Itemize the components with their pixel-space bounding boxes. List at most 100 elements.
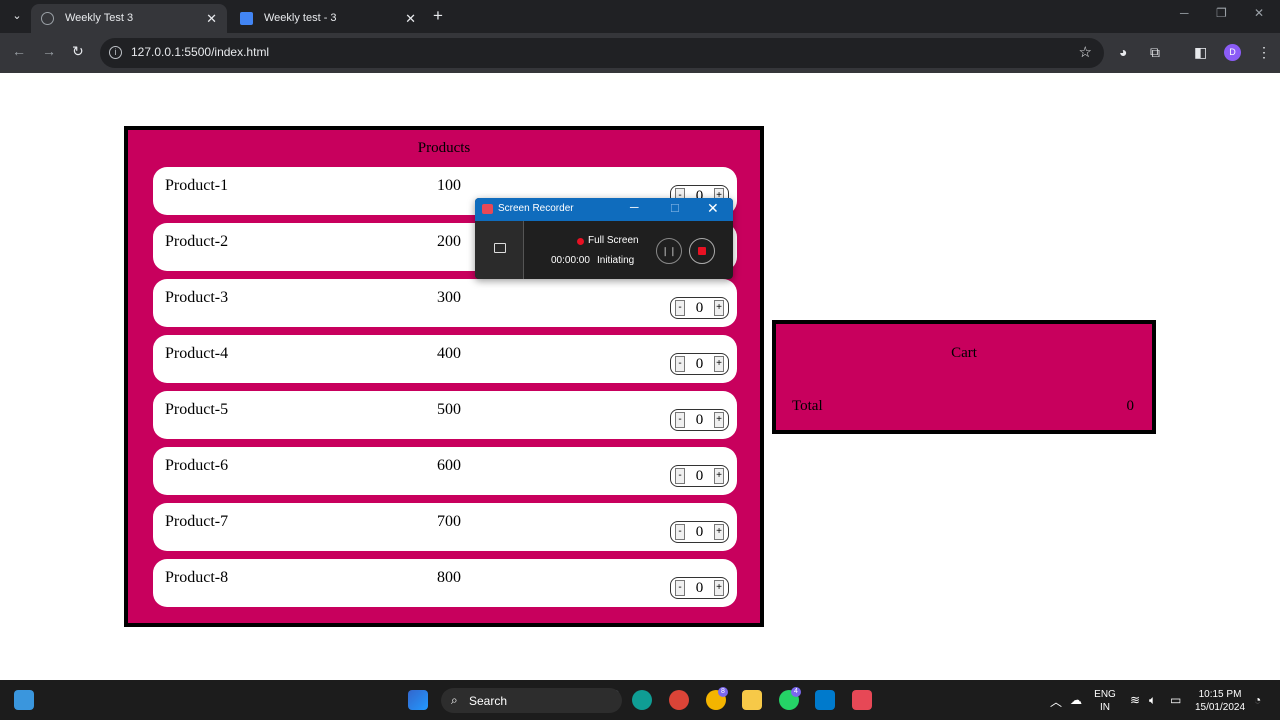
- decrement-button[interactable]: -: [675, 524, 685, 540]
- product-price: 300: [437, 289, 461, 306]
- product-name: Product-7: [165, 513, 229, 530]
- product-row: Product-7 700 0 - +: [153, 503, 737, 551]
- pause-button[interactable]: ❙❙: [656, 238, 682, 264]
- recorder-status: Initiating: [597, 255, 635, 266]
- site-info-icon[interactable]: i: [109, 46, 122, 59]
- clock[interactable]: 10:15 PM 15/01/2024: [1192, 688, 1248, 714]
- cart-panel: Cart Total 0: [772, 320, 1156, 434]
- classroom-icon: [240, 12, 253, 25]
- start-icon[interactable]: [408, 690, 428, 710]
- windows-taskbar: [0, 680, 1280, 720]
- screen-recorder-window: Screen Recorder ─ ☐ ✕ Full Screen 00:00:…: [475, 198, 733, 279]
- maximize-icon[interactable]: ❐: [1216, 6, 1227, 20]
- product-row: Product-4 400 0 - +: [153, 335, 737, 383]
- recorder-app-icon: [482, 204, 493, 214]
- profile-avatar[interactable]: D: [1224, 44, 1241, 61]
- decrement-button[interactable]: -: [675, 468, 685, 484]
- onedrive-icon[interactable]: ☁: [1070, 693, 1082, 707]
- decrement-button[interactable]: -: [675, 580, 685, 596]
- recorder-close-icon[interactable]: ✕: [707, 200, 719, 217]
- product-name: Product-6: [165, 457, 229, 474]
- language-indicator[interactable]: ENG IN: [1093, 688, 1117, 714]
- volume-icon[interactable]: 🔈︎: [1149, 693, 1156, 708]
- recorder-maximize-icon[interactable]: ☐: [670, 202, 680, 215]
- increment-button[interactable]: +: [714, 412, 724, 428]
- window-close-icon[interactable]: ✕: [1254, 6, 1264, 20]
- stop-button[interactable]: [689, 238, 715, 264]
- product-name: Product-2: [165, 233, 229, 250]
- recorder-minimize-icon[interactable]: ─: [630, 200, 639, 214]
- product-name: Product-8: [165, 569, 229, 586]
- taskbar-search[interactable]: ⌕ Search: [441, 688, 622, 713]
- product-name: Product-4: [165, 345, 229, 362]
- reload-icon[interactable]: ↻: [72, 43, 84, 60]
- edge-icon[interactable]: [632, 690, 652, 710]
- vscode-icon[interactable]: [815, 690, 835, 710]
- increment-button[interactable]: +: [714, 300, 724, 316]
- back-icon[interactable]: ←: [12, 43, 26, 59]
- product-name: Product-5: [165, 401, 229, 418]
- recorder-mode: Full Screen: [588, 235, 639, 246]
- recorder-title-bar[interactable]: Screen Recorder ─ ☐ ✕: [475, 198, 733, 221]
- recorder-folder-button[interactable]: [475, 221, 524, 279]
- screen-recorder-taskbar-icon[interactable]: [852, 690, 872, 710]
- tab-title: Weekly test - 3: [264, 12, 337, 24]
- increment-button[interactable]: +: [714, 356, 724, 372]
- stop-icon: [698, 247, 706, 255]
- menu-icon[interactable]: ⋮: [1257, 44, 1271, 61]
- color-extension-icon[interactable]: ◕: [1119, 44, 1127, 60]
- address-bar[interactable]: i 127.0.0.1:5500/index.html ☆: [100, 38, 1104, 68]
- quantity-stepper: 0 - +: [670, 409, 729, 431]
- tab-weekly-test-3-classroom[interactable]: Weekly test - 3 ✕: [230, 4, 426, 33]
- increment-button[interactable]: +: [714, 468, 724, 484]
- product-price: 200: [437, 233, 461, 250]
- extensions-icon[interactable]: ⧉: [1150, 44, 1160, 61]
- product-price: 400: [437, 345, 461, 362]
- close-tab-icon[interactable]: ✕: [206, 4, 217, 33]
- product-price: 600: [437, 457, 461, 474]
- quantity-stepper: 0 - +: [670, 353, 729, 375]
- tab-search-icon[interactable]: ⌄: [8, 7, 26, 25]
- quantity-stepper: 0 - +: [670, 297, 729, 319]
- increment-button[interactable]: +: [714, 524, 724, 540]
- close-tab-icon[interactable]: ✕: [405, 4, 416, 33]
- cart-total-value: 0: [1126, 398, 1135, 414]
- side-panel-icon[interactable]: ◧: [1194, 44, 1207, 61]
- product-row: Product-5 500 0 - +: [153, 391, 737, 439]
- language-line1: ENG: [1094, 689, 1116, 700]
- search-label: Search: [469, 694, 508, 708]
- wifi-icon[interactable]: ≋: [1130, 693, 1140, 707]
- url-text[interactable]: 127.0.0.1:5500/index.html: [131, 45, 269, 59]
- product-row: Product-8 800 0 - +: [153, 559, 737, 607]
- new-tab-icon[interactable]: +: [433, 6, 443, 26]
- product-price: 500: [437, 401, 461, 418]
- whatsapp-badge: 4: [791, 687, 801, 697]
- folder-icon: [494, 243, 506, 253]
- widgets-icon[interactable]: [14, 690, 34, 710]
- recorder-title: Screen Recorder: [498, 203, 574, 214]
- product-row: Product-6 600 0 - +: [153, 447, 737, 495]
- product-row: Product-3 300 0 - +: [153, 279, 737, 327]
- notification-icon[interactable]: ◔: [1254, 693, 1261, 707]
- cart-total-label: Total: [792, 398, 823, 414]
- bookmark-star-icon[interactable]: ☆: [1079, 43, 1092, 61]
- minimize-icon[interactable]: ─: [1180, 6, 1189, 20]
- product-price: 700: [437, 513, 461, 530]
- cart-title: Cart: [951, 345, 977, 361]
- quantity-stepper: 0 - +: [670, 465, 729, 487]
- product-price: 100: [437, 177, 461, 194]
- increment-button[interactable]: +: [714, 580, 724, 596]
- quantity-stepper: 0 - +: [670, 577, 729, 599]
- decrement-button[interactable]: -: [675, 300, 685, 316]
- clock-time: 10:15 PM: [1198, 689, 1242, 700]
- language-line2: IN: [1100, 702, 1110, 713]
- tab-weekly-test-3[interactable]: Weekly Test 3 ✕: [31, 4, 227, 33]
- decrement-button[interactable]: -: [675, 356, 685, 372]
- decrement-button[interactable]: -: [675, 412, 685, 428]
- battery-icon[interactable]: ▭: [1170, 693, 1181, 707]
- chrome-icon[interactable]: [669, 690, 689, 710]
- file-explorer-icon[interactable]: [742, 690, 762, 710]
- browser-tab-bar: ⌄ Weekly Test 3 ✕ Weekly test - 3 ✕ + ─ …: [0, 0, 1280, 33]
- forward-icon[interactable]: →: [42, 43, 56, 59]
- tray-chevron-icon[interactable]: ︿: [1050, 693, 1062, 710]
